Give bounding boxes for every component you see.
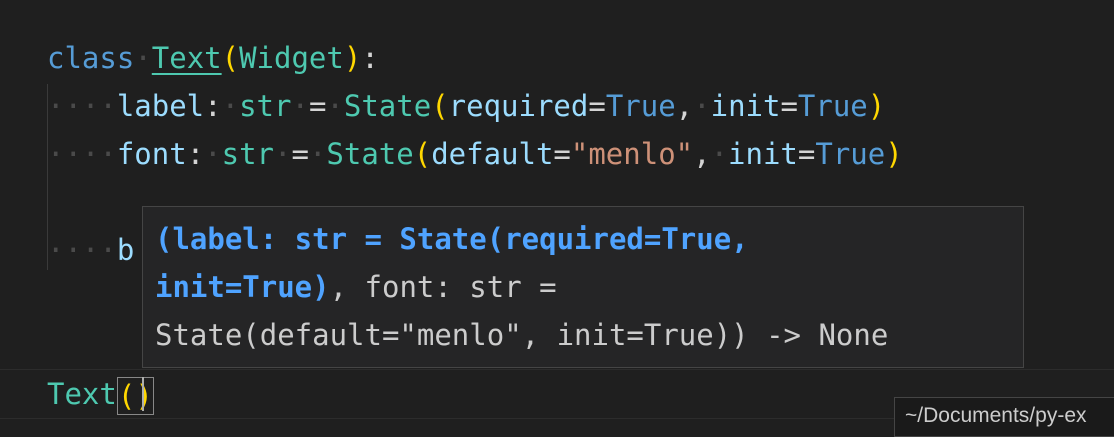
keyword: class [47,41,135,75]
type-name: str [221,137,275,171]
bracket: ( [413,137,432,171]
code-line-label-field[interactable]: ····label:·str·=·State(required=True,·in… [47,82,885,130]
field-name: font [116,137,187,171]
code-editor[interactable]: class·Text(Widget): ····label:·str·=·Sta… [0,0,1114,437]
arg-value: True [605,89,676,123]
bracket: ) [343,41,362,75]
arg-name: default [431,137,554,171]
field-name: label [116,89,205,123]
operator: = [588,89,606,123]
call-name: State [343,89,432,123]
operator: = [553,137,571,171]
bracket: ) [867,89,886,123]
arg-name: init [710,89,781,123]
bracket-match-box: () [116,377,154,415]
active-parameter: (label: str = State(required=True, [155,222,749,256]
operator: = [308,89,327,123]
bracket: ) [885,137,903,171]
code-line-partial[interactable]: ····b [47,226,134,274]
code-line-font-field[interactable]: ····font:·str·=·State(default="menlo",·i… [47,130,903,178]
arg-value: True [815,137,886,171]
signature-text: , font: str = [329,270,557,304]
code-line-call[interactable]: Text() [47,370,154,418]
bracket: ( [117,379,136,413]
base-class: Widget [239,41,344,75]
comma: , [693,137,711,171]
active-parameter: init=True) [155,270,330,304]
call-name: State [326,137,414,171]
bracket: ( [431,89,449,123]
arg-name: init [728,137,798,171]
operator: = [291,137,309,171]
signature-line-1: (label: str = State(required=True, [155,215,1013,263]
signature-line-2: init=True), font: str = [155,263,1013,311]
string-literal: "menlo" [570,137,694,171]
operator: = [780,89,798,123]
comma: , [675,89,694,123]
call-name: Text [47,377,117,411]
arg-name: required [448,89,589,123]
text-cursor [142,377,144,411]
operator: = [797,137,816,171]
partial-identifier: b [116,233,135,267]
colon: : [361,41,379,75]
colon: : [204,89,222,123]
type-name: str [239,89,292,123]
bracket: ) [135,379,153,413]
signature-help-popup[interactable]: (label: str = State(required=True, init=… [142,206,1024,368]
arg-value: True [797,89,868,123]
signature-line-3: State(default="menlo", init=True)) -> No… [155,318,889,352]
code-line-class-def[interactable]: class·Text(Widget): [47,34,379,82]
bracket: ( [221,41,240,75]
path-tooltip: ~/Documents/py-ex [894,397,1114,437]
class-name[interactable]: Text [152,41,222,75]
colon: : [186,137,205,171]
